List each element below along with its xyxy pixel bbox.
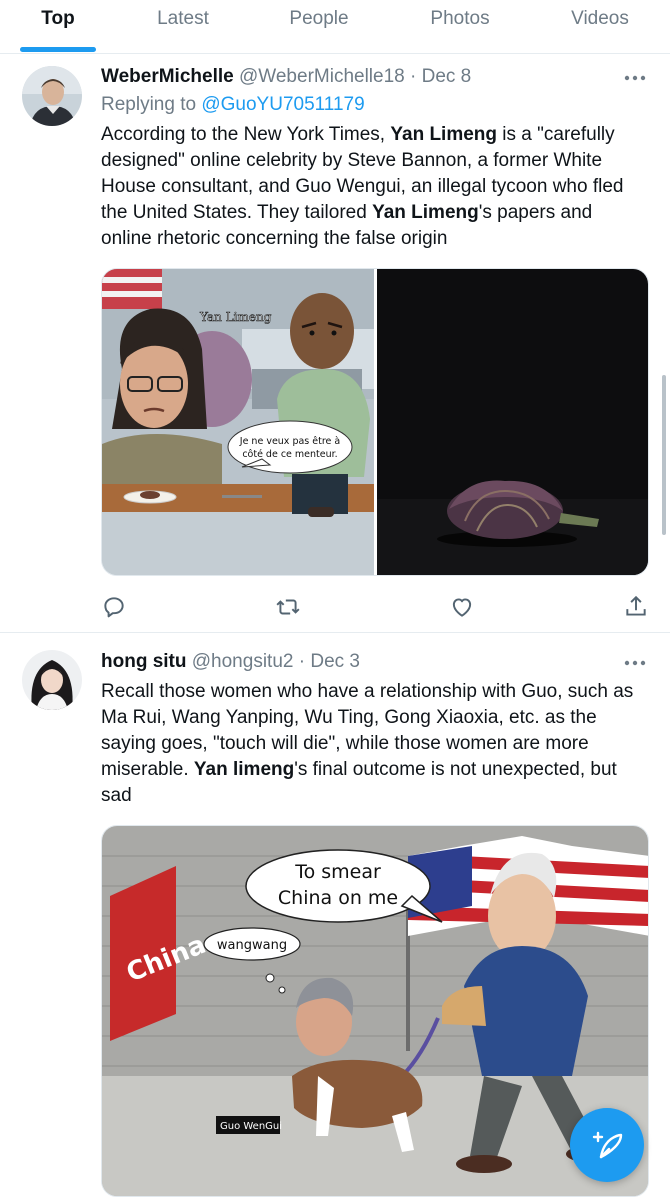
compose-tweet-icon bbox=[592, 1131, 623, 1159]
scrollbar-thumb[interactable] bbox=[662, 375, 666, 535]
political-cartoon-image[interactable]: China To smear China on me Guo WenGui wa… bbox=[102, 826, 649, 1197]
cartoon-image[interactable]: Yan Limeng Je ne veux pas être à côté de… bbox=[102, 269, 374, 576]
display-name[interactable]: hong situ bbox=[101, 651, 186, 672]
tweet-header: WeberMichelle @WeberMichelle18 · Dec 8 bbox=[101, 66, 471, 88]
tweet-text: Recall those women who have a relationsh… bbox=[101, 679, 641, 809]
cartoon-bubble-line-2: China on me bbox=[278, 887, 398, 909]
dog-bubble-text: wangwang bbox=[217, 938, 287, 953]
display-name[interactable]: WeberMichelle bbox=[101, 66, 234, 87]
tweet-actions bbox=[101, 594, 649, 624]
user-handle[interactable]: @hongsitu2 bbox=[192, 651, 294, 672]
tweet[interactable]: WeberMichelle @WeberMichelle18 · Dec 8 R… bbox=[0, 0, 670, 630]
name-tag-text: Guo WenGui bbox=[220, 1121, 282, 1132]
replying-to: Replying to @GuoYU70511179 bbox=[101, 94, 365, 116]
header-separator: · bbox=[298, 651, 306, 672]
highlight-term: Yan Limeng bbox=[390, 124, 498, 145]
speech-bubble-line-1: Je ne veux pas être à bbox=[239, 436, 340, 447]
share-icon[interactable] bbox=[623, 594, 649, 620]
avatar[interactable] bbox=[22, 66, 82, 126]
tweet[interactable]: hong situ @hongsitu2 · Dec 3 Recall thos… bbox=[0, 633, 670, 1200]
replying-prefix: Replying to bbox=[101, 94, 197, 115]
more-horizontal-icon[interactable] bbox=[622, 653, 648, 673]
highlight-term: Yan Limeng bbox=[372, 202, 479, 223]
heart-icon[interactable] bbox=[449, 594, 475, 620]
compose-tweet-button[interactable] bbox=[570, 1108, 644, 1182]
artichoke-photo[interactable] bbox=[377, 269, 649, 576]
tweet-media[interactable]: China To smear China on me Guo WenGui wa… bbox=[101, 825, 649, 1197]
reply-icon[interactable] bbox=[101, 594, 127, 620]
speech-bubble-line-2: côté de ce menteur. bbox=[242, 449, 337, 460]
tweet-media[interactable]: Yan Limeng Je ne veux pas être à côté de… bbox=[101, 268, 649, 576]
tweet-header: hong situ @hongsitu2 · Dec 3 bbox=[101, 651, 360, 673]
text-part: According to the New York Times, bbox=[101, 124, 391, 145]
tweet-text: According to the New York Times, Yan Lim… bbox=[101, 122, 641, 252]
cartoon-bubble-line-1: To smear bbox=[294, 861, 381, 883]
highlight-term: Yan limeng bbox=[193, 759, 295, 780]
header-separator: · bbox=[410, 66, 417, 87]
tweet-date[interactable]: Dec 3 bbox=[310, 651, 360, 672]
cartoon-name-label: Yan Limeng bbox=[199, 310, 272, 324]
retweet-icon[interactable] bbox=[275, 594, 301, 620]
user-handle[interactable]: @WeberMichelle18 bbox=[239, 66, 405, 87]
more-horizontal-icon[interactable] bbox=[622, 68, 648, 88]
tweet-date[interactable]: Dec 8 bbox=[422, 66, 472, 87]
avatar[interactable] bbox=[22, 650, 82, 710]
replying-handle[interactable]: @GuoYU70511179 bbox=[201, 94, 364, 115]
